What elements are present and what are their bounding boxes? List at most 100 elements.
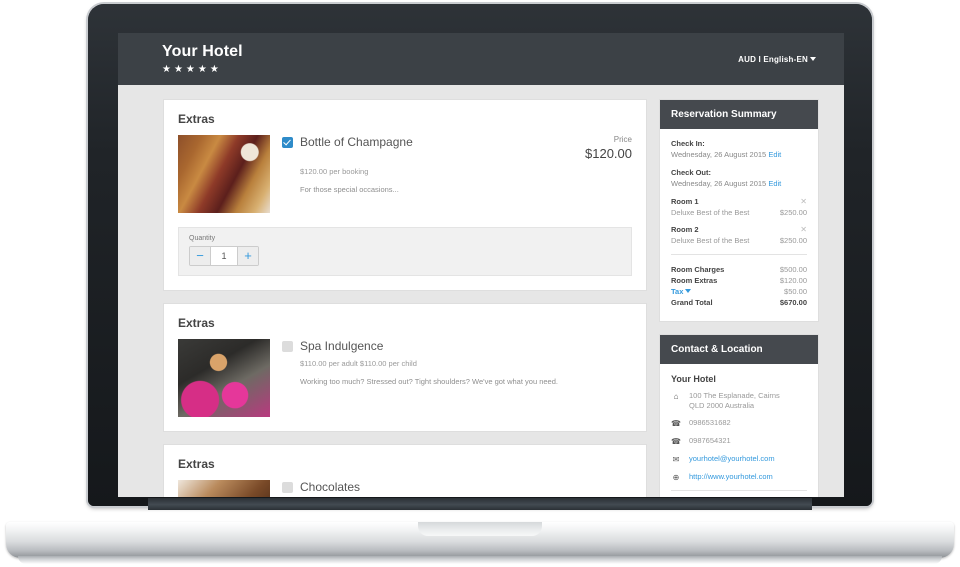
contact-website-link[interactable]: http://www.yourhotel.com: [689, 472, 773, 482]
checkbox-checked-icon[interactable]: [282, 136, 293, 148]
check-in-edit-link[interactable]: Edit: [768, 150, 781, 159]
total-row-grand-total: Grand Total $670.00: [671, 298, 807, 307]
extra-header-row: Bottle of Champagne Price $120.00: [282, 135, 632, 161]
extra-name: Spa Indulgence: [300, 339, 384, 353]
contact-divider: [671, 490, 807, 492]
quantity-input[interactable]: [211, 247, 237, 265]
extras-card: Extras Chocolates $15.00 per room: [163, 444, 647, 497]
total-label: Room Charges: [671, 265, 725, 274]
laptop-base-lip: [18, 556, 942, 564]
reservation-summary-body: Check In: Wednesday, 26 August 2015 Edit…: [660, 129, 818, 321]
contact-website-row[interactable]: ⊕ http://www.yourhotel.com: [671, 472, 807, 483]
contact-location-title: Contact & Location: [660, 335, 818, 364]
check-in-label: Check In:: [671, 139, 705, 148]
email-icon: ✉: [672, 455, 680, 465]
extra-rate: $110.00 per adult $110.00 per child: [300, 359, 417, 368]
total-row-room-charges: Room Charges $500.00: [671, 265, 807, 274]
room-row: Room 2 ✕ Deluxe Best of the Best $250.00: [671, 225, 807, 245]
extra-description: Working too much? Stressed out? Tight sh…: [300, 377, 558, 386]
address-line-1: 100 The Esplanade, Cairns: [689, 391, 780, 400]
sidebar-column: Reservation Summary Check In: Wednesday,…: [659, 99, 819, 497]
room-name: Room 1: [671, 197, 699, 206]
room-price: $250.00: [779, 208, 807, 217]
extra-select-group[interactable]: Chocolates: [282, 480, 632, 494]
total-value: $50.00: [784, 287, 807, 296]
extra-select-group[interactable]: Spa Indulgence: [282, 339, 632, 353]
contact-address: 100 The Esplanade, Cairns QLD 2000 Austr…: [689, 391, 780, 411]
check-out-group: Check Out: Wednesday, 26 August 2015 Edi…: [671, 168, 807, 188]
phone-icon: ☎: [671, 437, 681, 447]
summary-divider: [671, 254, 807, 255]
extra-select-group[interactable]: Bottle of Champagne: [282, 135, 552, 149]
champagne-image: [178, 135, 270, 213]
total-value: $500.00: [779, 265, 807, 274]
contact-phone-row: ☎ 0987654321: [671, 436, 807, 447]
page-title: Your Hotel: [162, 43, 243, 60]
brand-block: Your Hotel ★★★★★: [162, 43, 243, 75]
currency-language-label: AUD I English-EN: [738, 54, 808, 64]
price-value: $120.00: [585, 146, 632, 161]
price-label: Price: [613, 135, 632, 144]
room-bottom: Deluxe Best of the Best $250.00: [671, 236, 807, 245]
check-out-label: Check Out:: [671, 168, 712, 177]
contact-hotel-name: Your Hotel: [671, 374, 716, 384]
quantity-bar: Quantity − +: [178, 227, 632, 276]
total-value: $670.00: [779, 298, 807, 307]
chevron-down-icon: [685, 289, 692, 293]
remove-room-icon[interactable]: ✕: [800, 197, 807, 206]
contact-location-panel: Contact & Location Your Hotel ⌂ 100 The …: [659, 334, 819, 497]
check-in-value-row: Wednesday, 26 August 2015 Edit: [671, 150, 807, 159]
remove-room-icon[interactable]: ✕: [800, 225, 807, 234]
extra-rate: $120.00 per booking: [300, 167, 369, 176]
total-row-tax: Tax $50.00: [671, 287, 807, 296]
tax-toggle-link[interactable]: Tax: [671, 287, 692, 296]
contact-phone-row: ☎ 0986531682: [671, 418, 807, 429]
room-row: Room 1 ✕ Deluxe Best of the Best $250.00: [671, 197, 807, 217]
quantity-label: Quantity: [189, 235, 216, 242]
contact-email-row[interactable]: ✉ yourhotel@yourhotel.com: [671, 454, 807, 465]
extras-card: Extras Spa Indulgence $110.00 per adult …: [163, 303, 647, 432]
quantity-decrement-button[interactable]: −: [190, 247, 211, 265]
extra-header-row: Spa Indulgence: [282, 339, 632, 353]
room-type: Deluxe Best of the Best: [671, 236, 750, 245]
address-line-2: QLD 2000 Australia: [689, 401, 755, 411]
chevron-down-icon: [810, 56, 816, 61]
card-title: Extras: [178, 457, 215, 471]
total-label: Room Extras: [671, 276, 718, 285]
reservation-summary-title: Reservation Summary: [660, 100, 818, 129]
extra-item: Chocolates $15.00 per room Because who d…: [178, 480, 632, 497]
extra-name: Chocolates: [300, 480, 361, 494]
phone-icon: ☎: [671, 419, 681, 429]
contact-email-link[interactable]: yourhotel@yourhotel.com: [689, 454, 775, 464]
quantity-increment-button[interactable]: +: [237, 247, 258, 265]
extra-header-row: Chocolates: [282, 480, 632, 494]
contact-address-row: ⌂ 100 The Esplanade, Cairns QLD 2000 Aus…: [671, 391, 807, 411]
tax-label: Tax: [671, 287, 684, 296]
currency-language-selector[interactable]: AUD I English-EN: [738, 55, 816, 64]
check-out-value-row: Wednesday, 26 August 2015 Edit: [671, 179, 807, 188]
extra-details: Bottle of Champagne Price $120.00 $120.0…: [282, 135, 632, 213]
chocolates-image: [178, 480, 270, 497]
checkbox-unchecked-icon[interactable]: [282, 340, 293, 352]
extra-details: Chocolates $15.00 per room Because who d…: [282, 480, 632, 497]
contact-location-body: Your Hotel ⌂ 100 The Esplanade, Cairns Q…: [660, 364, 818, 497]
extra-description: For those special occasions...: [300, 185, 399, 194]
quantity-stepper[interactable]: − +: [189, 246, 259, 266]
laptop-base-notch: [418, 522, 542, 536]
site-header: Your Hotel ★★★★★ AUD I English-EN: [118, 33, 844, 85]
extra-details: Spa Indulgence $110.00 per adult $110.00…: [282, 339, 632, 417]
contact-phone-2: 0987654321: [689, 436, 731, 446]
reservation-summary-panel: Reservation Summary Check In: Wednesday,…: [659, 99, 819, 322]
extras-card: Extras Bottle of Champagne Price $120.00…: [163, 99, 647, 291]
room-price: $250.00: [779, 236, 807, 245]
checkbox-unchecked-icon[interactable]: [282, 481, 293, 493]
total-row-room-extras: Room Extras $120.00: [671, 276, 807, 285]
browser-viewport: Your Hotel ★★★★★ AUD I English-EN Extras: [118, 33, 844, 497]
globe-icon: ⊕: [672, 473, 680, 483]
extra-item: Spa Indulgence $110.00 per adult $110.00…: [178, 339, 632, 417]
room-name: Room 2: [671, 225, 699, 234]
star-rating: ★★★★★: [162, 64, 222, 75]
check-in-group: Check In: Wednesday, 26 August 2015 Edit: [671, 139, 807, 159]
check-out-edit-link[interactable]: Edit: [768, 179, 781, 188]
room-type: Deluxe Best of the Best: [671, 208, 750, 217]
